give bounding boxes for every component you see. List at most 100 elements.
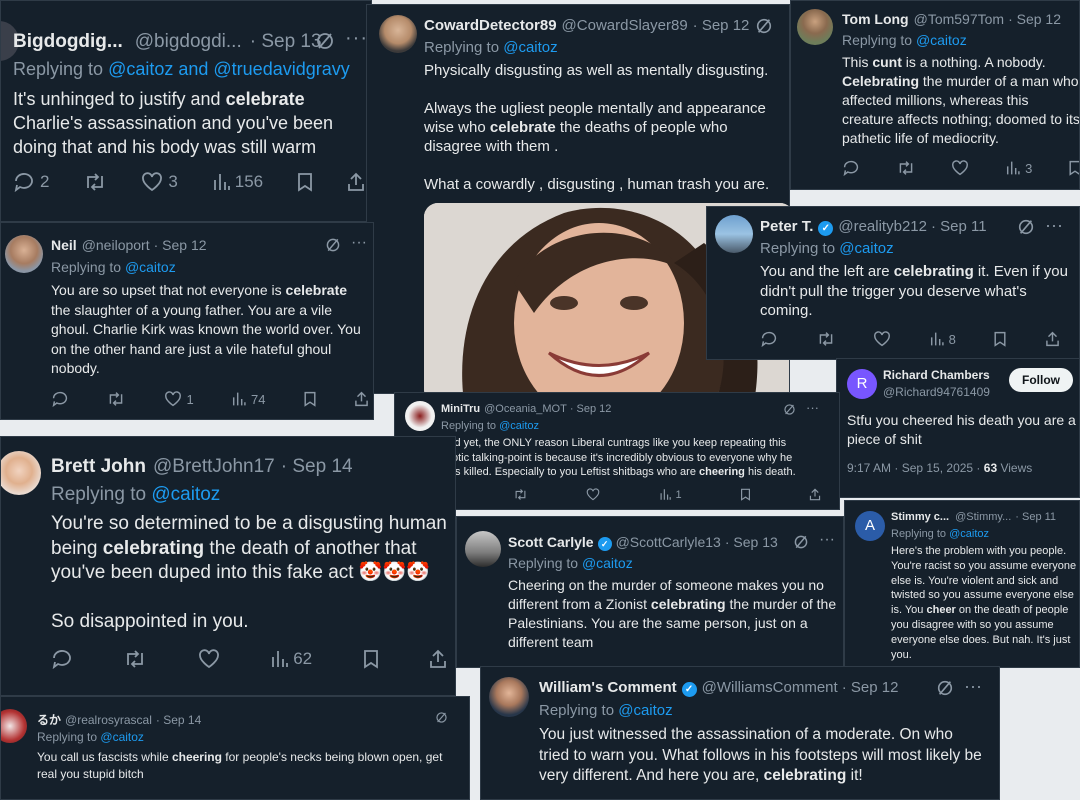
author-name[interactable]: Tom Long (842, 11, 909, 27)
more-icon[interactable]: ··· (806, 401, 819, 416)
more-icon[interactable]: ··· (1045, 216, 1063, 236)
author-name[interactable]: Stimmy c... (891, 511, 949, 523)
views-button[interactable]: 3 (1005, 160, 1032, 176)
retweet-button[interactable] (513, 488, 528, 501)
author-handle[interactable]: @neiloport (82, 237, 150, 253)
share-button[interactable] (347, 172, 365, 192)
views-button[interactable]: 1 (659, 488, 682, 501)
reply-to-link[interactable]: @caitoz (582, 555, 633, 571)
reply-button[interactable] (51, 391, 69, 407)
grok-icon[interactable] (435, 711, 448, 724)
author-handle[interactable]: @Tom597Tom (914, 11, 1004, 27)
views-button[interactable]: 74 (231, 391, 265, 407)
bookmark-button[interactable] (1068, 160, 1079, 176)
tweet-date[interactable]: · Sep 11 (1015, 511, 1056, 523)
author-handle[interactable]: @realrosyrascal (65, 713, 152, 727)
author-handle[interactable]: @Oceania_MOT (484, 403, 567, 415)
like-button[interactable] (873, 331, 891, 347)
avatar[interactable] (797, 9, 833, 45)
grok-icon[interactable] (325, 237, 341, 253)
author-name[interactable]: Richard Chambers (883, 368, 990, 382)
avatar[interactable] (405, 401, 435, 431)
author-handle[interactable]: @Stimmy... (955, 511, 1011, 523)
grok-icon[interactable] (315, 31, 335, 51)
bookmark-button[interactable] (740, 488, 751, 501)
like-button[interactable] (198, 649, 220, 669)
share-button[interactable] (354, 391, 369, 407)
author-handle[interactable]: @CowardSlayer89 (562, 17, 688, 34)
views-button[interactable]: 62 (270, 649, 312, 669)
share-button[interactable] (1045, 331, 1060, 347)
reply-button[interactable] (760, 331, 778, 347)
bookmark-button[interactable] (363, 649, 379, 669)
avatar[interactable] (5, 235, 43, 273)
reply-to-link[interactable]: @caitoz and @truedavidgravy (108, 59, 350, 79)
author-handle[interactable]: @BrettJohn17 (153, 456, 275, 478)
avatar[interactable] (465, 531, 501, 567)
author-name[interactable]: Neil (51, 237, 77, 253)
grok-icon[interactable] (755, 17, 773, 35)
author-name[interactable]: MiniTru (441, 403, 480, 415)
bookmark-button[interactable] (297, 172, 313, 192)
reply-to-link[interactable]: @caitoz (618, 702, 672, 719)
views-button[interactable]: 8 (929, 331, 956, 347)
tweet-date[interactable]: · Sep 14 (281, 456, 353, 478)
author-name[interactable]: Scott Carlyle (508, 534, 594, 550)
grok-icon[interactable] (936, 679, 954, 697)
grok-icon[interactable] (1017, 218, 1035, 236)
avatar[interactable] (1, 709, 27, 743)
author-handle[interactable]: @realityb212 (838, 218, 927, 235)
tweet-date[interactable]: · Sep 14 (156, 713, 201, 727)
author-name[interactable]: Peter T. (760, 218, 813, 235)
timestamp[interactable]: 9:17 AM · Sep 15, 2025 · (847, 461, 984, 475)
tweet-date[interactable]: · Sep 13 (250, 31, 322, 53)
reply-to-link[interactable]: @caitoz (503, 39, 557, 56)
tweet-date[interactable]: · Sep 11 (931, 218, 987, 235)
reply-button[interactable] (51, 649, 73, 669)
more-icon[interactable]: ··· (819, 532, 835, 550)
tweet-date[interactable]: · Sep 12 (1008, 11, 1061, 27)
author-handle[interactable]: @WilliamsComment (702, 679, 838, 696)
avatar[interactable] (489, 677, 529, 717)
retweet-button[interactable] (816, 331, 836, 347)
author-handle[interactable]: @bigdogdi... (135, 31, 242, 53)
tweet-date[interactable]: · Sep 12 (693, 17, 750, 34)
author-handle[interactable]: @ScottCarlyle13 (616, 534, 721, 550)
author-name[interactable]: CowardDetector89 (424, 17, 557, 34)
grok-icon[interactable] (783, 403, 796, 416)
reply-to-link[interactable]: @caitoz (151, 484, 220, 505)
reply-button[interactable] (842, 160, 860, 176)
retweet-button[interactable] (106, 391, 126, 407)
author-name[interactable]: Brett John (51, 456, 146, 478)
reply-to-link[interactable]: @caitoz (916, 32, 967, 48)
grok-icon[interactable] (793, 534, 809, 550)
retweet-button[interactable] (123, 649, 147, 669)
reply-to-link[interactable]: @caitoz (100, 730, 144, 744)
share-button[interactable] (809, 488, 821, 501)
reply-to-link[interactable]: @caitoz (499, 420, 539, 432)
author-name[interactable]: るか (37, 711, 61, 728)
avatar[interactable] (715, 215, 753, 253)
more-icon[interactable]: ··· (351, 235, 367, 253)
like-button[interactable]: 1 (164, 391, 194, 407)
retweet-button[interactable] (83, 172, 107, 192)
reply-to-link[interactable]: @caitoz (125, 259, 176, 275)
like-button[interactable]: 3 (141, 172, 178, 192)
avatar[interactable]: R (847, 369, 877, 399)
more-icon[interactable]: ··· (964, 677, 982, 697)
tweet-date[interactable]: · Sep 12 (842, 679, 899, 696)
reply-to-link[interactable]: @caitoz (949, 528, 989, 540)
retweet-button[interactable] (896, 160, 916, 176)
share-button[interactable] (429, 649, 447, 669)
avatar[interactable]: A (855, 511, 885, 541)
reply-button[interactable]: 2 (13, 172, 49, 192)
views-button[interactable]: 156 (212, 172, 263, 192)
tweet-date[interactable]: · Sep 12 (154, 237, 207, 253)
follow-button[interactable]: Follow (1009, 368, 1073, 392)
author-handle[interactable]: @Richard94761409 (883, 385, 990, 399)
avatar[interactable] (1, 451, 41, 495)
bookmark-button[interactable] (303, 391, 317, 407)
like-button[interactable] (951, 160, 969, 176)
author-name[interactable]: Bigdogdig... (13, 31, 123, 53)
bookmark-button[interactable] (993, 331, 1007, 347)
